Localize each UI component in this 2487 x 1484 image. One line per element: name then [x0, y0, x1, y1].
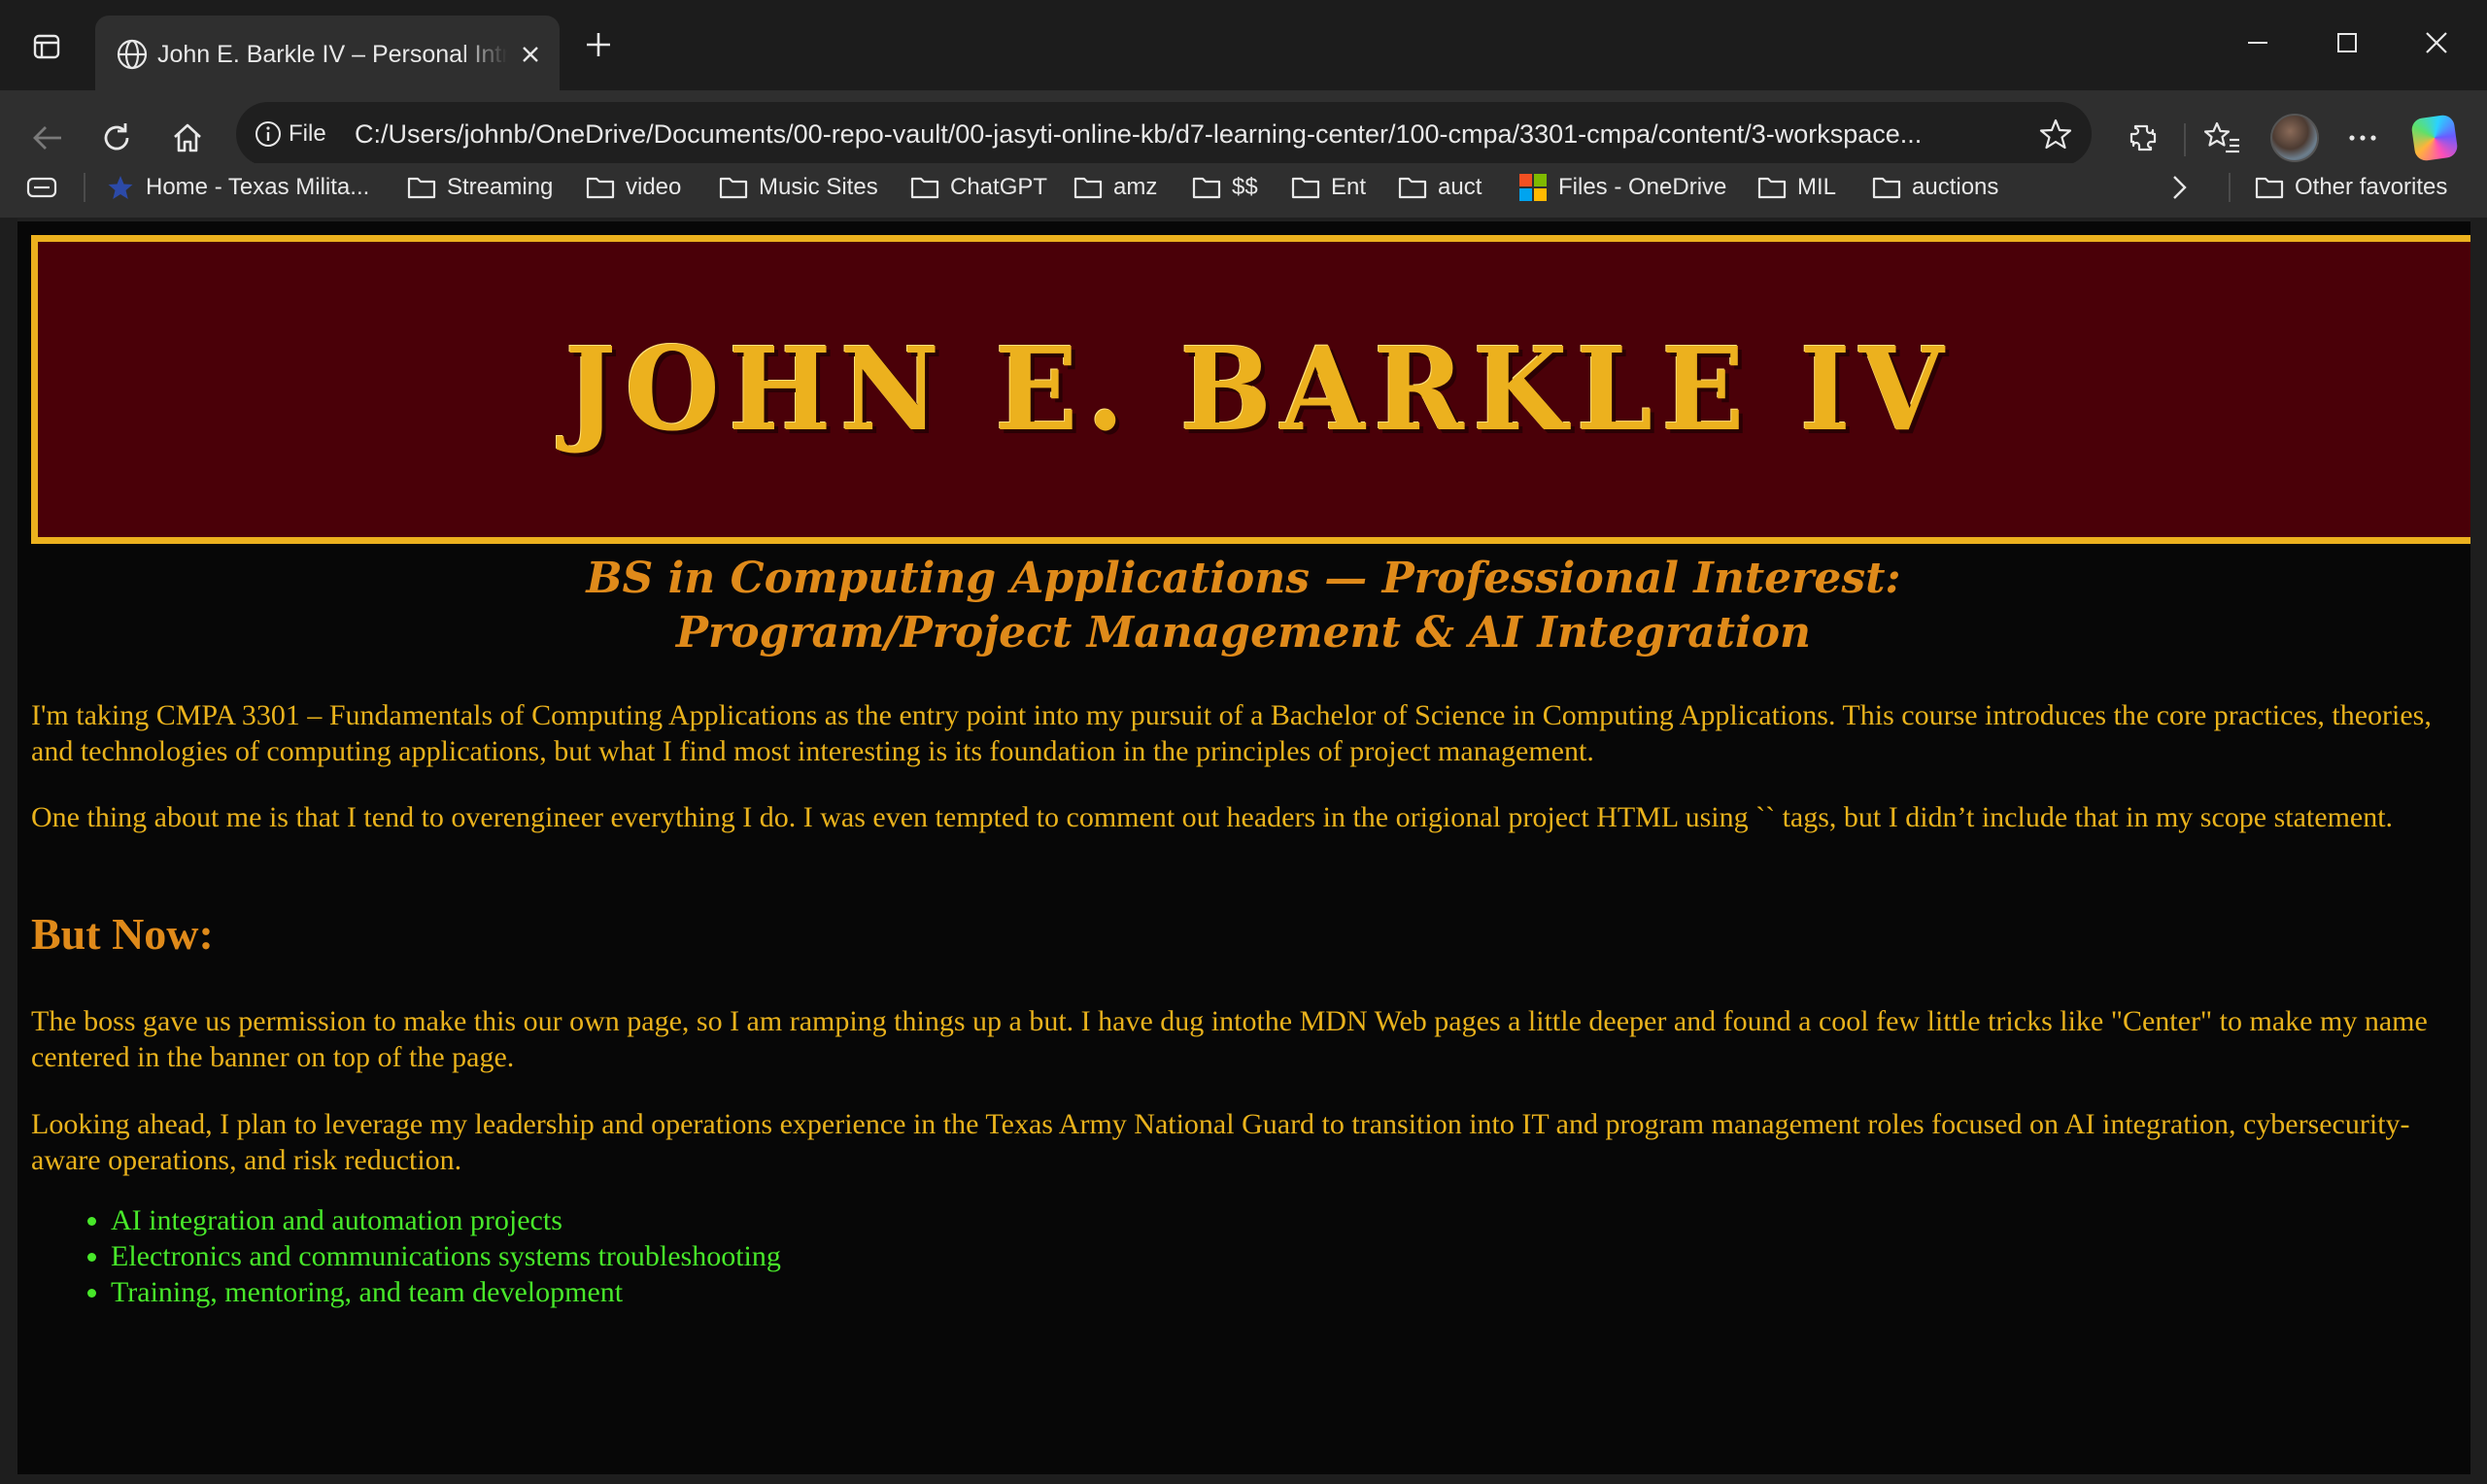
bookmarks-separator [84, 173, 85, 202]
chevron-right-icon[interactable] [2166, 163, 2192, 212]
info-icon[interactable] [252, 117, 285, 152]
bookmark-folder-music-sites[interactable]: Music Sites [718, 163, 878, 212]
folder-icon [718, 172, 749, 203]
bookmark-folder-money[interactable]: $$ [1191, 163, 1258, 212]
goals-paragraph: Looking ahead, I plan to leverage my lea… [31, 1108, 2410, 1176]
active-tab[interactable]: John E. Barkle IV – Personal Introductio… [95, 16, 560, 90]
tab-title: John E. Barkle IV – Personal Introductio… [157, 35, 507, 74]
subtitle-line-1: BS in Computing Applications — Professio… [586, 554, 1901, 603]
address-bar[interactable]: File C:/Users/johnb/OneDrive/Documents/0… [236, 102, 2092, 166]
tab-actions-icon[interactable] [16, 21, 78, 72]
folder-icon [1756, 172, 1788, 203]
bookmark-folder-video[interactable]: video [585, 163, 681, 212]
bookmark-label: Files - OneDrive [1558, 174, 1727, 200]
bookmark-label: Other favorites [2295, 174, 2448, 200]
web-page: John E. Barkle IV BS in Computing Applic… [17, 221, 2470, 1474]
globe-icon [107, 29, 157, 80]
bookmark-home-texas-military[interactable]: Home - Texas Milita... [105, 163, 369, 212]
content-frame-left [0, 218, 17, 1480]
bookmark-files-onedrive[interactable]: Files - OneDrive [1517, 163, 1726, 212]
favorite-star-icon[interactable] [2035, 114, 2076, 154]
bookmark-folder-ent[interactable]: Ent [1290, 163, 1366, 212]
intro-paragraph: I'm taking CMPA 3301 – Fundamentals of C… [31, 699, 2432, 767]
refresh-icon[interactable] [92, 114, 141, 162]
content-frame-right [2470, 218, 2487, 1480]
bookmark-folder-chatgpt[interactable]: ChatGPT [909, 163, 1047, 212]
copilot-icon[interactable] [2407, 112, 2462, 164]
profile-avatar[interactable] [2267, 112, 2322, 164]
bookmark-folder-auctions[interactable]: auctions [1871, 163, 1998, 212]
about-paragraph: One thing about me is that I tend to ove… [31, 801, 2394, 833]
bookmark-folder-amz[interactable]: amz [1073, 163, 1157, 212]
folder-icon [1871, 172, 1902, 203]
folder-icon [1397, 172, 1428, 203]
extensions-icon[interactable] [2116, 112, 2170, 164]
bookmarks-toggle-icon[interactable] [25, 163, 58, 212]
subtitle-line-2: Program/Project Management & AI Integrat… [675, 608, 1812, 658]
home-icon[interactable] [163, 114, 212, 162]
microsoft-logo-icon [1517, 172, 1549, 203]
bookmark-label: Home - Texas Milita... [146, 174, 370, 200]
section-heading: But Now: [31, 909, 214, 959]
page-subtitle: BS in Computing Applications — Professio… [17, 552, 2470, 660]
folder-icon [2254, 172, 2285, 203]
close-tab-icon[interactable] [513, 37, 548, 72]
name-banner: John E. Barkle IV [31, 235, 2470, 544]
list-item: Training, mentoring, and team developmen… [111, 1274, 781, 1310]
bookmark-label: MIL [1797, 174, 1837, 200]
bookmark-label: Music Sites [759, 174, 878, 200]
browser-window: John E. Barkle IV – Personal Introductio… [0, 0, 2487, 1484]
window-close-icon[interactable] [2407, 16, 2466, 70]
folder-icon [1191, 172, 1222, 203]
folder-icon [1073, 172, 1104, 203]
url-text[interactable]: C:/Users/johnb/OneDrive/Documents/00-rep… [355, 102, 2006, 166]
bookmark-label: video [626, 174, 682, 200]
toolbar-separator [2184, 123, 2186, 156]
bookmark-label: $$ [1232, 174, 1258, 200]
folder-icon [406, 172, 437, 203]
minimize-icon[interactable] [2229, 16, 2287, 70]
tab-strip: John E. Barkle IV – Personal Introductio… [0, 0, 2487, 90]
bookmark-folder-auct[interactable]: auct [1397, 163, 1482, 212]
bookmark-label: Ent [1331, 174, 1367, 200]
folder-icon [1290, 172, 1321, 203]
bookmark-folder-mil[interactable]: MIL [1756, 163, 1836, 212]
bookmark-label: amz [1113, 174, 1158, 200]
favorites-icon[interactable] [2196, 112, 2250, 164]
file-label: File [289, 120, 326, 147]
bookmarks-bar: Home - Texas Milita... Streaming video M… [0, 163, 2487, 218]
update-paragraph: The boss gave us permission to make this… [31, 1005, 2428, 1073]
back-icon[interactable] [23, 114, 72, 162]
banner-name: John E. Barkle IV [564, 322, 1953, 456]
bookmark-other-favorites[interactable]: Other favorites [2254, 163, 2447, 212]
folder-icon [585, 172, 616, 203]
star-icon [105, 172, 136, 203]
list-item: Electronics and communications systems t… [111, 1238, 781, 1274]
bookmark-label: ChatGPT [950, 174, 1048, 200]
interests-list: AI integration and automation projects E… [31, 1202, 781, 1310]
list-item: AI integration and automation projects [111, 1202, 781, 1238]
bookmarks-separator [2229, 173, 2231, 202]
bookmark-folder-streaming[interactable]: Streaming [406, 163, 553, 212]
folder-icon [909, 172, 940, 203]
new-tab-icon[interactable] [577, 23, 620, 66]
bookmark-label: Streaming [447, 174, 554, 200]
bookmark-label: auct [1438, 174, 1482, 200]
bookmark-label: auctions [1912, 174, 1999, 200]
more-menu-icon[interactable] [2335, 112, 2390, 164]
maximize-icon[interactable] [2318, 16, 2376, 70]
